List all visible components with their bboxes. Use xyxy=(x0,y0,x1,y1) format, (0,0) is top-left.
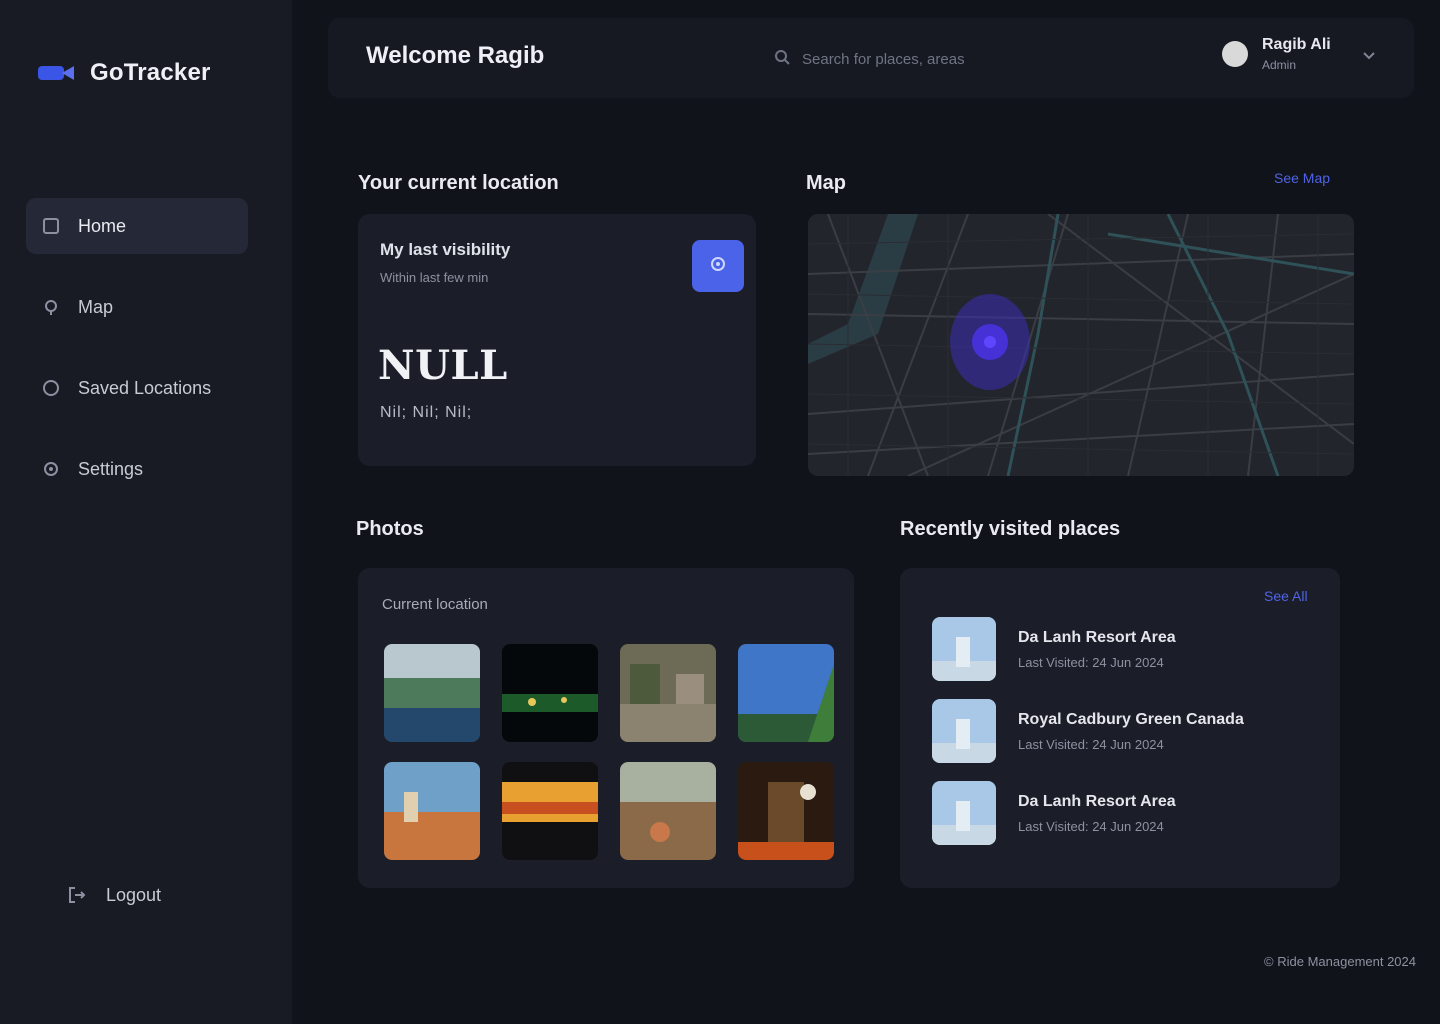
search-input[interactable] xyxy=(802,50,1162,68)
location-value: NULL xyxy=(378,342,508,389)
map-title: Map xyxy=(806,172,846,194)
footer-copyright: © Ride Management 2024 xyxy=(1264,954,1416,969)
sidebar-item-label: Settings xyxy=(78,458,144,479)
locate-button[interactable] xyxy=(692,240,744,292)
place-date: Last Visited: 24 Jun 2024 xyxy=(1018,818,1164,834)
place-date: Last Visited: 24 Jun 2024 xyxy=(1018,654,1164,670)
search-icon xyxy=(774,49,790,70)
user-profile[interactable]: Ragib Ali Admin xyxy=(1222,36,1331,72)
list-item[interactable]: Royal Cadbury Green Canada Last Visited:… xyxy=(932,698,1292,764)
place-name: Da Lanh Resort Area xyxy=(1018,792,1176,810)
logout-icon xyxy=(66,884,88,906)
place-thumbnail xyxy=(932,617,996,681)
brand[interactable]: GoTracker xyxy=(38,58,211,88)
home-icon xyxy=(40,215,62,237)
photo-thumbnail[interactable] xyxy=(384,644,480,742)
photos-card: Current location xyxy=(358,568,854,888)
photo-thumbnail[interactable] xyxy=(502,644,598,742)
photo-thumbnail[interactable] xyxy=(620,762,716,860)
bookmark-icon xyxy=(40,377,62,399)
recent-places-title: Recently visited places xyxy=(900,518,1121,540)
place-name: Da Lanh Resort Area xyxy=(1018,628,1176,646)
sidebar-item-home[interactable]: Home xyxy=(26,198,248,254)
visibility-subtitle: Within last few min xyxy=(380,270,489,285)
sidebar-item-saved-locations[interactable]: Saved Locations xyxy=(26,360,248,416)
locate-icon xyxy=(707,253,729,280)
gear-icon xyxy=(40,458,62,480)
avatar xyxy=(1222,41,1248,67)
place-thumbnail xyxy=(932,699,996,763)
sidebar-item-map[interactable]: Map xyxy=(26,279,248,335)
location-coords: Nil; Nil; Nil; xyxy=(380,404,473,421)
brand-logo-icon xyxy=(38,58,76,88)
see-map-link[interactable]: See Map xyxy=(1274,170,1330,186)
photos-subtitle: Current location xyxy=(382,596,488,613)
photo-thumbnail[interactable] xyxy=(738,644,834,742)
user-role: Admin xyxy=(1262,58,1297,72)
see-all-link[interactable]: See All xyxy=(1264,588,1308,604)
sidebar-item-label: Home xyxy=(78,215,127,236)
visibility-title: My last visibility xyxy=(380,240,511,259)
user-name: Ragib Ali xyxy=(1262,36,1331,53)
photo-thumbnail[interactable] xyxy=(738,762,834,860)
current-location-title: Your current location xyxy=(358,172,559,194)
sidebar: GoTracker Home Map Saved Locations Setti… xyxy=(0,0,292,1024)
chevron-down-icon[interactable] xyxy=(1362,48,1376,66)
place-date: Last Visited: 24 Jun 2024 xyxy=(1018,736,1164,752)
search-bar[interactable] xyxy=(764,40,1194,78)
photo-thumbnail[interactable] xyxy=(620,644,716,742)
place-thumbnail xyxy=(932,781,996,845)
sidebar-item-label: Map xyxy=(78,296,114,317)
sidebar-nav: Home Map Saved Locations Settings xyxy=(26,198,248,522)
photos-title: Photos xyxy=(356,518,424,540)
sidebar-item-label: Saved Locations xyxy=(78,377,212,398)
list-item[interactable]: Da Lanh Resort Area Last Visited: 24 Jun… xyxy=(932,780,1292,846)
map-icon xyxy=(40,296,62,318)
welcome-title: Welcome Ragib xyxy=(366,42,545,69)
sidebar-item-settings[interactable]: Settings xyxy=(26,441,248,497)
current-location-card: My last visibility Within last few min N… xyxy=(358,214,756,466)
logout-label: Logout xyxy=(106,884,162,905)
list-item[interactable]: Da Lanh Resort Area Last Visited: 24 Jun… xyxy=(932,616,1292,682)
top-bar: Welcome Ragib Ragib Ali Admin xyxy=(328,18,1414,98)
brand-name: GoTracker xyxy=(90,59,211,86)
logout-button[interactable]: Logout xyxy=(66,884,161,906)
map-view[interactable] xyxy=(808,214,1354,476)
place-name: Royal Cadbury Green Canada xyxy=(1018,710,1244,728)
recent-places-card: See All Da Lanh Resort Area Last Visited… xyxy=(900,568,1340,888)
photo-thumbnail[interactable] xyxy=(502,762,598,860)
photo-thumbnail[interactable] xyxy=(384,762,480,860)
